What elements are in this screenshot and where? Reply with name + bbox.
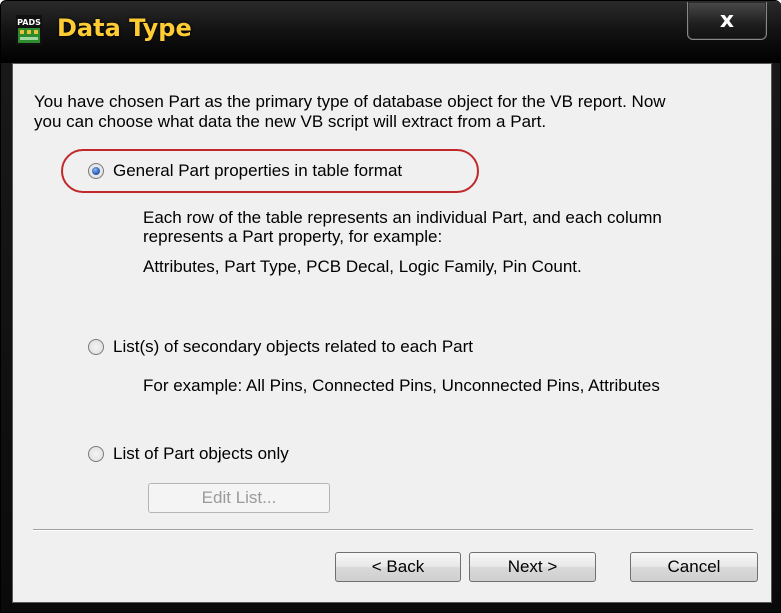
option-secondary-objects-label[interactable]: List(s) of secondary objects related to …: [113, 337, 473, 357]
option-secondary-objects-desc: For example: All Pins, Connected Pins, U…: [143, 376, 660, 395]
intro-line-1: You have chosen Part as the primary type…: [34, 92, 666, 111]
dialog-client-area: You have chosen Part as the primary type…: [12, 63, 772, 603]
option-general-part-desc-1: Each row of the table represents an indi…: [143, 208, 662, 227]
window-title: Data Type: [57, 14, 192, 42]
close-icon: x: [719, 7, 735, 33]
intro-line-2: you can choose what data the new VB scri…: [34, 112, 547, 131]
radio-secondary-objects[interactable]: [88, 339, 104, 355]
intro-text: You have chosen Part as the primary type…: [34, 92, 666, 132]
title-bar[interactable]: PADS Data Type x: [1, 1, 781, 63]
radio-general-part-properties[interactable]: [88, 163, 104, 179]
radio-part-objects-only[interactable]: [88, 446, 104, 462]
edit-list-button[interactable]: Edit List...: [148, 483, 330, 513]
option-general-part-label[interactable]: General Part properties in table format: [113, 161, 402, 181]
back-button[interactable]: < Back: [335, 552, 461, 582]
option-general-part-desc-3: Attributes, Part Type, PCB Decal, Logic …: [143, 257, 582, 276]
option-general-part-desc-2: represents a Part property, for example:: [143, 227, 443, 246]
close-button[interactable]: x: [687, 2, 767, 40]
footer-separator: [33, 529, 753, 531]
next-button[interactable]: Next >: [469, 552, 596, 582]
app-icon-label: PADS: [17, 18, 41, 27]
option-part-objects-only-label[interactable]: List of Part objects only: [113, 444, 289, 464]
pads-app-icon: PADS: [16, 15, 42, 45]
cancel-button[interactable]: Cancel: [630, 552, 758, 582]
dialog-window: PADS Data Type x You have chosen Part as…: [0, 0, 781, 613]
